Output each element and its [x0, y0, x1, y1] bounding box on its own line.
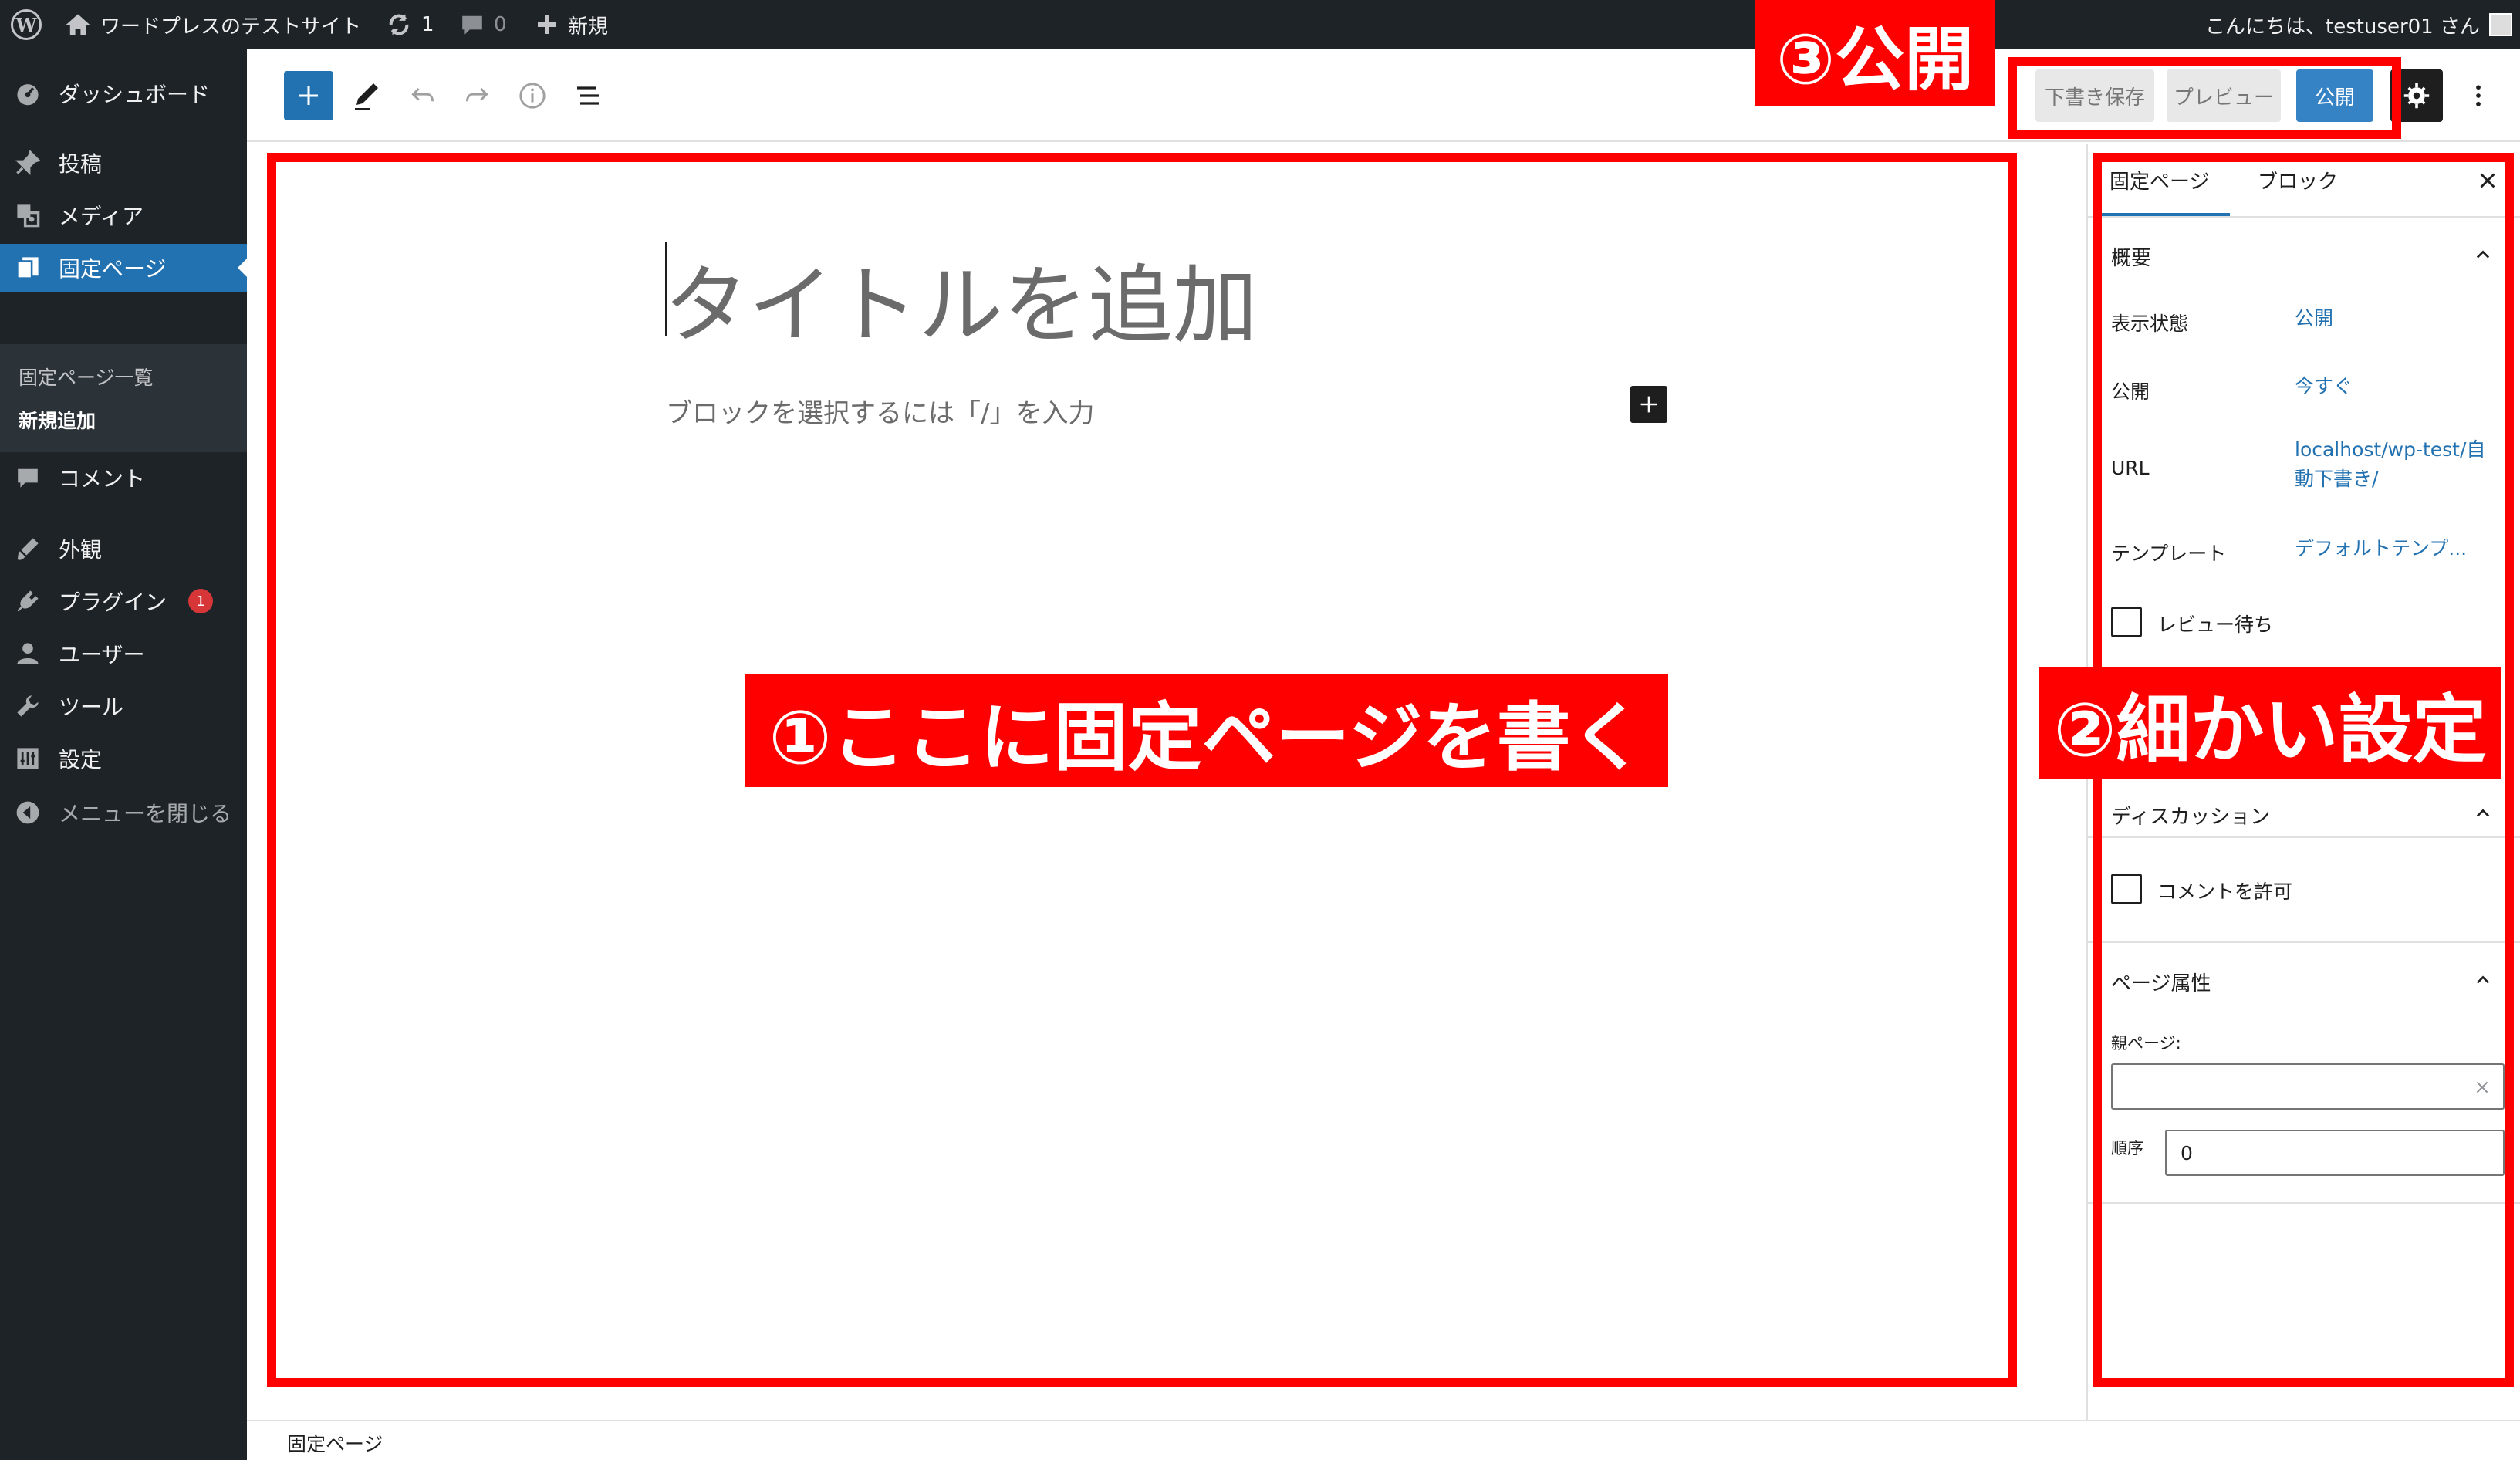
details-button[interactable]: [508, 71, 557, 120]
sidebar-item-plugins[interactable]: プラグイン 1: [0, 577, 247, 625]
undo-button[interactable]: [398, 71, 448, 120]
comment-icon: [12, 462, 43, 493]
sidebar-item-pages[interactable]: 固定ページ: [0, 244, 247, 292]
greeting: こんにちは、testuser01 さん: [2205, 15, 2480, 39]
sidebar-item-label: 固定ページ: [59, 256, 167, 282]
undo-icon: [411, 87, 434, 102]
new-label: 新規: [568, 15, 609, 39]
comment-bubble-icon: [460, 12, 485, 37]
sidebar-item-appearance[interactable]: 外観: [0, 525, 247, 573]
redo-button[interactable]: [452, 71, 502, 120]
publish-area-label: ③公開: [1755, 0, 1995, 106]
plugin-icon: [12, 586, 43, 617]
edit-tool-button[interactable]: [343, 71, 392, 120]
sidebar-item-label: プラグイン: [59, 590, 167, 615]
sidebar-item-dashboard[interactable]: ダッシュボード: [0, 69, 247, 117]
breadcrumb[interactable]: 固定ページ: [287, 1429, 383, 1457]
editor-footer: 固定ページ: [247, 1420, 2520, 1460]
sidebar-item-label: ツール: [59, 695, 124, 720]
settings-area-label: ②細かい設定: [2039, 667, 2501, 779]
refresh-icon: [386, 12, 412, 38]
sidebar-item-tools[interactable]: ツール: [0, 682, 247, 730]
admin-sidebar: ダッシュボード 投稿 メディア 固定ページ 固定ページ一覧 新規追加 コメント …: [0, 49, 247, 1460]
sidebar-item-label: ダッシュボード: [59, 82, 211, 107]
info-icon: [519, 83, 546, 109]
submenu-all-pages[interactable]: 固定ページ一覧: [19, 363, 154, 390]
publish-area-highlight: [2008, 57, 2401, 139]
appearance-icon: [12, 533, 43, 564]
sidebar-item-settings[interactable]: 設定: [0, 735, 247, 782]
collapse-menu-label: メニューを閉じる: [59, 801, 232, 826]
gear-icon: [2403, 83, 2430, 109]
pages-submenu: 固定ページ一覧 新規追加: [0, 344, 247, 452]
admin-bar: W ワードプレスのテストサイト 1 0 新規 こんにちは、testuser01 …: [0, 0, 2520, 49]
pages-icon: [12, 252, 43, 283]
sidebar-item-label: 投稿: [59, 151, 103, 177]
home-icon: [65, 12, 91, 38]
comments-count: 0: [494, 13, 507, 36]
plus-icon: [299, 86, 318, 105]
my-account-link[interactable]: こんにちは、testuser01 さん: [2205, 0, 2512, 49]
wrench-icon: [12, 691, 43, 722]
dashboard-icon: [12, 78, 43, 109]
sidebar-item-label: コメント: [59, 466, 146, 492]
list-view-button[interactable]: [563, 71, 613, 120]
media-icon: [12, 200, 43, 231]
settings-icon: [12, 743, 43, 774]
avatar: [2489, 13, 2512, 36]
new-content-link[interactable]: 新規: [535, 0, 608, 49]
sidebar-item-comments[interactable]: コメント: [0, 454, 247, 502]
editor-area-label: ①ここに固定ページを書く: [745, 674, 1668, 787]
site-name: ワードプレスのテストサイト: [100, 15, 362, 39]
sidebar-item-media[interactable]: メディア: [0, 191, 247, 239]
vertical-ellipsis-icon: [2476, 85, 2481, 106]
more-options-button[interactable]: [2463, 69, 2494, 122]
add-block-button[interactable]: [284, 71, 333, 120]
redo-icon: [465, 87, 488, 102]
comments-link[interactable]: 0: [460, 0, 507, 49]
sidebar-item-users[interactable]: ユーザー: [0, 630, 247, 678]
sidebar-item-label: メディア: [59, 204, 144, 229]
sidebar-item-label: 外観: [59, 537, 103, 563]
wordpress-logo-icon[interactable]: W: [11, 0, 42, 49]
updates-link[interactable]: 1: [386, 0, 434, 49]
plugin-update-badge: 1: [188, 589, 214, 613]
plus-icon: [535, 13, 559, 36]
site-name-link[interactable]: ワードプレスのテストサイト: [65, 0, 361, 49]
sidebar-item-posts[interactable]: 投稿: [0, 139, 247, 187]
updates-count: 1: [421, 13, 434, 36]
submenu-add-new[interactable]: 新規追加: [19, 406, 96, 434]
collapse-menu-button[interactable]: メニューを閉じる: [0, 789, 247, 836]
sidebar-item-label: 設定: [59, 747, 103, 772]
user-icon: [12, 638, 43, 669]
collapse-arrow-icon: [12, 797, 43, 828]
pencil-icon: [355, 83, 378, 110]
pin-icon: [12, 147, 43, 178]
sidebar-item-label: ユーザー: [59, 642, 145, 667]
list-view-icon: [577, 86, 599, 105]
